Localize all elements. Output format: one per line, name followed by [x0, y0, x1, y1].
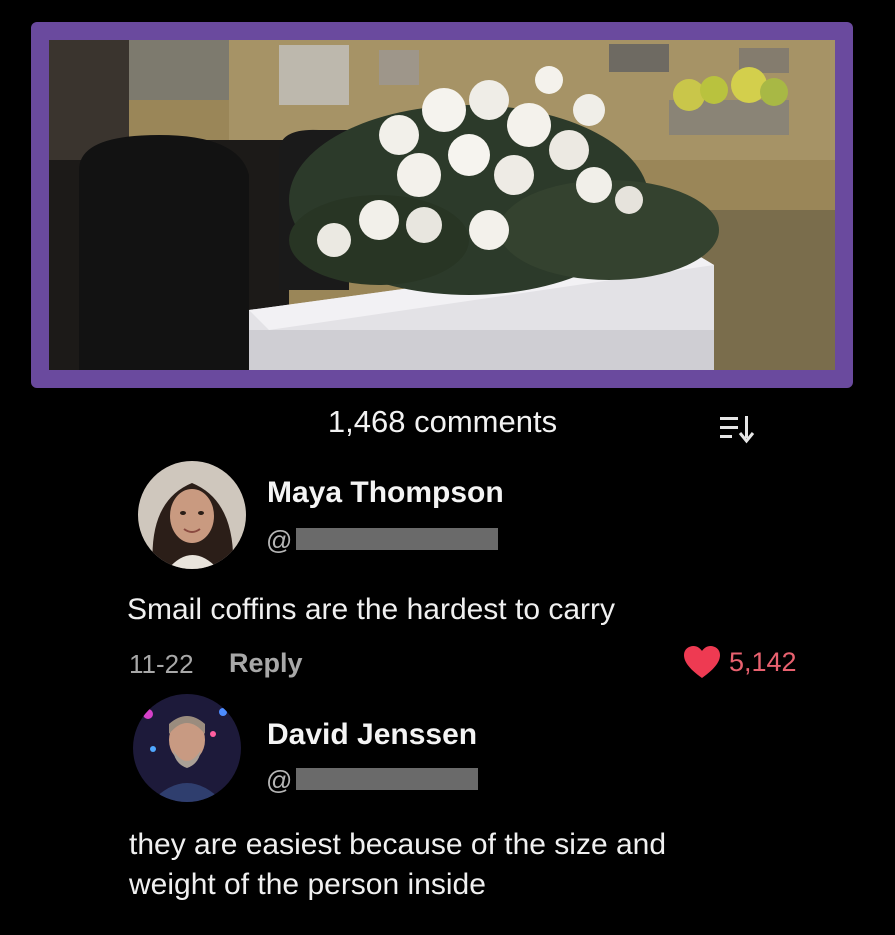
post-image[interactable]	[49, 40, 835, 370]
author-name[interactable]: David Jenssen	[267, 718, 477, 752]
like-count: 5,142	[729, 646, 797, 677]
heart-icon	[684, 646, 720, 678]
cemetery-coffin-image	[49, 40, 835, 370]
avatar[interactable]	[138, 461, 246, 569]
author-handle[interactable]: @	[266, 765, 292, 796]
redacted-handle	[296, 768, 478, 790]
sort-descending-icon[interactable]	[718, 414, 758, 444]
like-button[interactable]: 5,142	[683, 645, 797, 679]
comment-text: Smail coffins are the hardest to carry	[127, 593, 615, 626]
media-frame	[31, 22, 853, 388]
comment-text: weight of the person inside	[129, 868, 486, 901]
redacted-handle	[296, 528, 498, 550]
author-name[interactable]: Maya Thompson	[267, 476, 504, 510]
author-handle[interactable]: @	[266, 525, 292, 556]
comment-text: they are easiest because of the size and	[129, 828, 667, 861]
reply-button[interactable]: Reply	[229, 648, 303, 679]
avatar[interactable]	[133, 694, 241, 802]
comment-date: 11-22	[129, 649, 194, 679]
